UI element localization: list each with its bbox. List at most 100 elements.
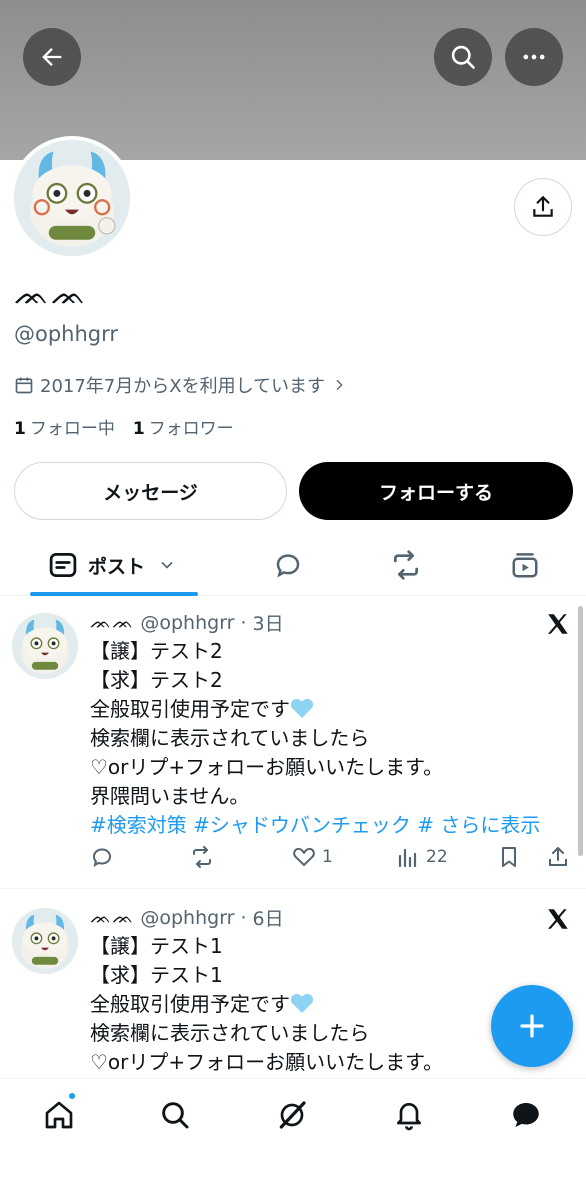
nav-grok[interactable]: [272, 1095, 312, 1135]
post-line-text: 全般取引使用予定です: [90, 992, 290, 1016]
reply-tab-icon: [276, 554, 300, 578]
tab-replies[interactable]: [268, 536, 308, 594]
more-button[interactable]: [505, 28, 563, 86]
messages-icon: [513, 1102, 539, 1128]
followers-label: フォロワー: [148, 419, 234, 439]
tab-media[interactable]: [505, 536, 545, 594]
avatar-image: [12, 908, 78, 974]
profile-avatar[interactable]: [10, 136, 134, 260]
views-button[interactable]: 22: [396, 845, 448, 869]
post-avatar[interactable]: [12, 613, 78, 679]
post-text: 【譲】テスト1 【求】テスト1 全般取引使用予定です 検索欄に表示されていました…: [90, 932, 560, 1077]
chevron-down-icon: [161, 561, 173, 569]
share-post-button[interactable]: [546, 845, 570, 869]
light-blue-heart-icon: [290, 698, 314, 718]
x-logo-icon[interactable]: [545, 906, 571, 932]
post-actions: 1 22: [90, 845, 576, 869]
avatar-image: [14, 140, 130, 256]
search-button[interactable]: [434, 28, 492, 86]
nav-messages[interactable]: [506, 1095, 546, 1135]
followers-link[interactable]: 1 フォロワー: [133, 414, 234, 439]
post-line: 【求】テスト1: [90, 963, 223, 987]
heart-icon: [293, 847, 315, 867]
share-icon: [549, 847, 567, 866]
post-line: 検索欄に表示されていましたら: [90, 1021, 370, 1045]
repost-button[interactable]: [190, 845, 214, 869]
post-author-name[interactable]: ᨏᨏ: [90, 908, 134, 928]
post-author-handle[interactable]: @ophhgrr: [140, 612, 234, 634]
profile-banner: [0, 0, 586, 160]
nav-notifications[interactable]: [389, 1095, 429, 1135]
notifications-icon: [397, 1103, 421, 1131]
tab-posts[interactable]: ポスト: [48, 536, 177, 594]
notification-dot: [67, 1091, 77, 1101]
follow-button[interactable]: フォローする: [299, 462, 573, 520]
display-name: ᨏᨏ: [14, 278, 88, 311]
light-blue-heart-icon: [290, 993, 314, 1013]
joined-info[interactable]: 2017年7月からXを利用しています: [14, 372, 347, 398]
post-line: 【求】テスト2: [90, 668, 223, 692]
tab-reposts[interactable]: [386, 536, 426, 594]
post-header: ᨏᨏ @ophhgrr · 6日: [90, 904, 284, 931]
profile-tabs: ポスト: [0, 536, 586, 596]
following-count: 1: [14, 419, 26, 439]
message-button[interactable]: メッセージ: [14, 462, 287, 520]
calendar-icon: [15, 377, 33, 394]
bookmark-icon: [502, 847, 516, 867]
bookmark-button[interactable]: [497, 845, 521, 869]
reply-icon: [92, 848, 112, 868]
chevron-right-icon: [336, 379, 343, 391]
post-line-text: 全般取引使用予定です: [90, 697, 290, 721]
post-avatar[interactable]: [12, 908, 78, 974]
search-icon: [451, 45, 475, 69]
repost-tab-icon: [394, 550, 418, 580]
views-count: 22: [426, 847, 448, 867]
post-line: ♡orリプ+フォローお願いいたします。: [90, 755, 444, 779]
post-time[interactable]: 3日: [253, 609, 284, 636]
followers-count: 1: [132, 419, 145, 439]
post-text: 【譲】テスト2 【求】テスト2 全般取引使用予定です 検索欄に表示されていました…: [90, 637, 560, 840]
repost-icon: [193, 846, 211, 868]
post-item[interactable]: ᨏᨏ @ophhgrr · 3日 【譲】テスト2 【求】テスト2 全般取引使用予…: [0, 597, 586, 889]
post-hashtags[interactable]: #検索対策 #シャドウバンチェック # さらに表示: [90, 811, 560, 840]
nav-home[interactable]: [39, 1091, 79, 1135]
posts-tab-icon: [49, 553, 77, 577]
plus-icon: [520, 1014, 544, 1038]
post-line: 【譲】テスト1: [90, 934, 223, 958]
post-author-name[interactable]: ᨏᨏ: [90, 613, 134, 633]
reply-button[interactable]: [90, 845, 114, 869]
following-link[interactable]: 1 フォロー中: [14, 414, 115, 439]
more-icon: [523, 54, 545, 60]
follow-stats: 1 フォロー中 1 フォロワー: [14, 414, 234, 439]
post-author-handle[interactable]: @ophhgrr: [140, 907, 234, 929]
following-label: フォロー中: [29, 419, 115, 439]
back-button[interactable]: [23, 28, 81, 86]
share-profile-button[interactable]: [514, 178, 572, 236]
post-line: 界隈問いません。: [90, 784, 250, 808]
like-button[interactable]: 1: [292, 845, 333, 869]
post-separator: ·: [240, 611, 247, 634]
nav-search[interactable]: [155, 1095, 195, 1135]
post-line: 検索欄に表示されていましたら: [90, 726, 370, 750]
avatar-image: [12, 613, 78, 679]
post-header: ᨏᨏ @ophhgrr · 3日: [90, 609, 284, 636]
back-arrow-icon: [42, 48, 62, 66]
post-line: ♡orリプ+フォローお願いいたします。: [90, 1050, 444, 1074]
post-line: 全般取引使用予定です: [90, 695, 560, 724]
tab-posts-label: ポスト: [88, 555, 146, 578]
post-item[interactable]: ᨏᨏ @ophhgrr · 6日 【譲】テスト1 【求】テスト1 全般取引使用予…: [0, 890, 586, 1080]
post-separator: ·: [240, 906, 247, 929]
x-logo-icon[interactable]: [545, 611, 571, 637]
post-time[interactable]: 6日: [253, 904, 284, 931]
post-line: 全般取引使用予定です: [90, 990, 560, 1019]
search-icon: [162, 1102, 189, 1129]
like-count: 1: [322, 847, 333, 867]
active-tab-indicator: [30, 592, 198, 596]
share-icon: [533, 196, 553, 217]
compose-post-button[interactable]: [491, 985, 573, 1067]
scrollbar[interactable]: [578, 606, 583, 856]
post-line: 【譲】テスト2: [90, 639, 223, 663]
joined-text: 2017年7月からXを利用しています: [40, 376, 326, 397]
home-icon: [45, 1101, 73, 1129]
media-tab-icon: [512, 553, 538, 578]
